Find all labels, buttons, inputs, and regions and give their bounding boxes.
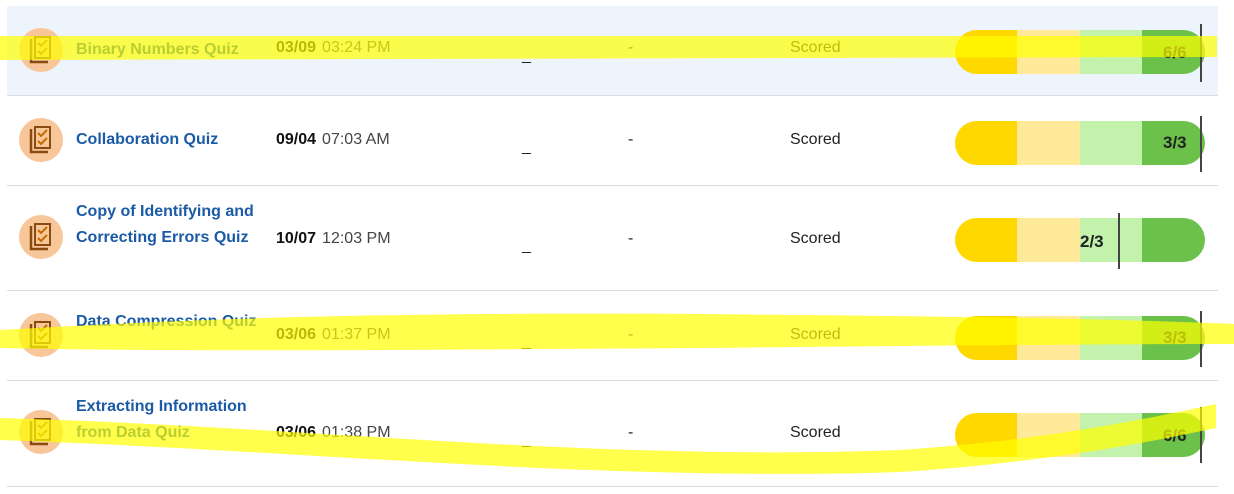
score-label: 6/6 [1163,426,1187,445]
quiz-title-link[interactable]: Collaboration Quiz [76,127,261,153]
due-value: - [628,424,634,441]
score-label: 3/3 [1163,328,1187,347]
quiz-title-link[interactable]: Binary Numbers Quiz [76,37,261,63]
due-value: - [628,39,634,56]
submission-date: 03/06 01:38 PM [276,424,391,441]
table-row[interactable]: Data Compression Quiz 03/06 01:37 PM _ - … [7,291,1218,381]
table-row[interactable]: Collaboration Quiz 09/04 07:03 AM _ - Sco… [7,96,1218,186]
status-text: Scored [790,131,841,148]
quiz-checklist-icon [19,215,63,259]
score-label: 6/6 [1163,43,1187,62]
quiz-checklist-icon [19,118,63,162]
submission-date: 09/04 07:03 AM [276,131,390,148]
status-text: Scored [790,326,841,343]
quiz-checklist-icon [19,313,63,357]
table-row[interactable]: Binary Numbers Quiz 03/09 03:24 PM _ - Sc… [7,6,1218,96]
score-marker [1200,116,1202,172]
attempts-value: _ [522,138,531,155]
status-text: Scored [790,230,841,247]
score-marker [1118,213,1120,269]
due-value: - [628,230,634,247]
quiz-checklist-icon [19,28,63,72]
status-text: Scored [790,39,841,56]
attempts-value: _ [522,431,531,448]
table-row[interactable]: Copy of Identifying and Correcting Error… [7,186,1218,291]
submission-date: 10/07 12:03 PM [276,230,391,247]
status-text: Scored [790,424,841,441]
score-label: 2/3 [1080,232,1104,251]
due-value: - [628,131,634,148]
due-value: - [628,326,634,343]
submission-date: 03/09 03:24 PM [276,39,391,56]
score-marker [1200,24,1202,82]
quiz-title-link[interactable]: Extracting Information from Data Quiz [76,394,261,446]
attempts-value: _ [522,333,531,350]
quiz-title-link[interactable]: Copy of Identifying and Correcting Error… [76,199,261,251]
score-label: 3/3 [1163,133,1187,152]
attempts-value: _ [522,237,531,254]
quiz-checklist-icon [19,410,63,454]
quiz-title-link[interactable]: Data Compression Quiz [76,309,261,335]
submission-date: 03/06 01:37 PM [276,326,391,343]
table-row[interactable]: Extracting Information from Data Quiz 03… [7,381,1218,487]
score-marker [1200,311,1202,367]
attempts-value: _ [522,47,531,64]
score-marker [1200,407,1202,463]
